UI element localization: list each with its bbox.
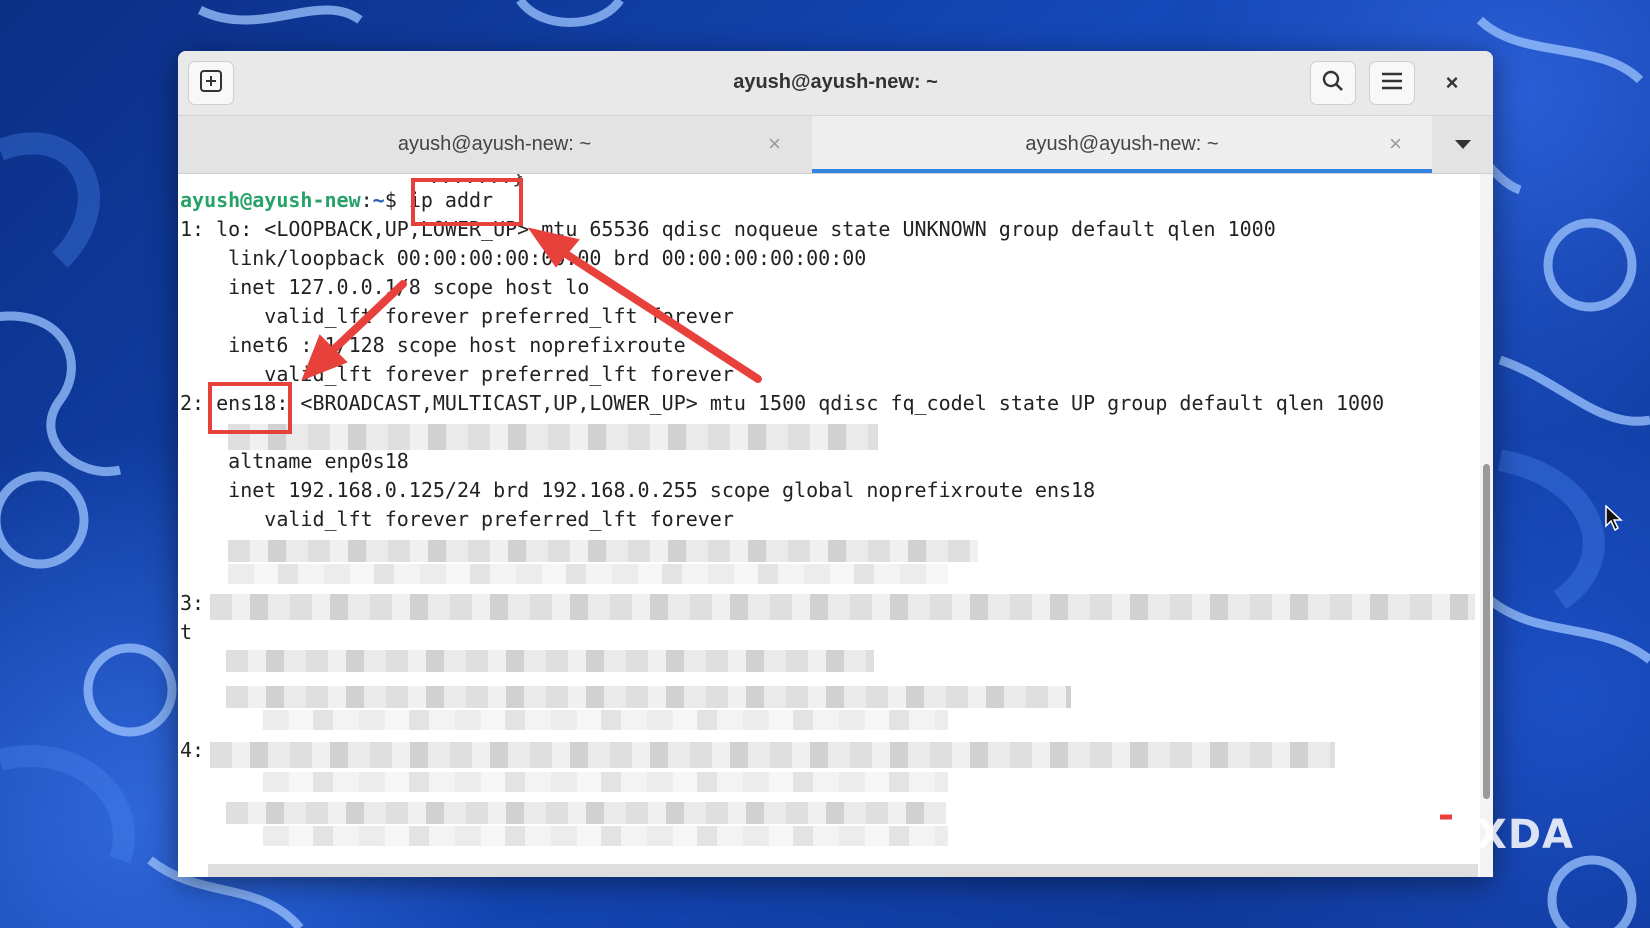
terminal-iface-index: 4:: [180, 738, 205, 762]
redacted-text: [263, 710, 948, 730]
redacted-text: [263, 772, 948, 792]
mouse-pointer-icon: [1605, 504, 1623, 536]
terminal-line: inet 192.168.0.125/24 brd 192.168.0.255 …: [180, 478, 1096, 502]
iface-flags: : <BROADCAST,MULTICAST,UP,LOWER_UP> mtu …: [276, 391, 1385, 415]
menu-button[interactable]: [1369, 61, 1415, 105]
close-window-button[interactable]: ×: [1430, 61, 1474, 105]
prompt-separator: :: [360, 188, 373, 212]
redacted-text: [226, 686, 1071, 708]
tab-terminal-1[interactable]: ayush@ayush-new: ~ ×: [178, 116, 811, 173]
xda-logo-text: XDA: [1476, 812, 1574, 858]
terminal-iface2-line: 2: ens18: <BROADCAST,MULTICAST,UP,LOWER_…: [180, 389, 1384, 418]
redacted-text: [263, 826, 948, 846]
terminal-line: valid_lft forever preferred_lft forever: [180, 507, 734, 531]
xda-logo-icon: [1436, 813, 1472, 858]
terminal-output[interactable]: .......} ayush@ayush-new:~$ ip addr 1: l…: [178, 174, 1478, 877]
redacted-text: [210, 742, 1335, 768]
terminal-line: altname enp0s18: [180, 449, 409, 473]
prompt-symbol: $: [384, 188, 409, 212]
terminal-line: valid_lft forever preferred_lft forever: [180, 304, 734, 328]
window-title: ayush@ayush-new: ~: [733, 71, 938, 93]
tab-label: ayush@ayush-new: ~: [397, 133, 592, 155]
new-tab-button[interactable]: [188, 61, 234, 105]
xda-logo: XDA: [1436, 812, 1574, 858]
terminal-line: inet 127.0.0.1/8 scope host lo: [180, 275, 590, 299]
tab-terminal-2[interactable]: ayush@ayush-new: ~ ×: [812, 116, 1432, 173]
horizontal-scroll-shadow: [208, 864, 1478, 877]
redacted-text: [226, 802, 946, 824]
tab-label: ayush@ayush-new: ~: [1025, 133, 1219, 155]
new-tab-icon: [199, 69, 223, 98]
tab-close-icon[interactable]: ×: [1389, 131, 1402, 157]
prompt-path: ~: [372, 188, 385, 212]
terminal-line: inet6 ::1/128 scope host noprefixroute: [180, 333, 686, 357]
redacted-text: [210, 594, 1475, 620]
terminal-iface-index: 3:: [180, 591, 205, 615]
redacted-text: [226, 650, 874, 672]
prompt-user: ayush@ayush-new: [180, 188, 361, 212]
search-button[interactable]: [1310, 61, 1356, 105]
title-bar: ayush@ayush-new: ~ ×: [178, 51, 1493, 116]
terminal-wrap-char: t: [180, 620, 193, 644]
scrollbar-thumb[interactable]: [1483, 464, 1490, 799]
terminal-line: 1: lo: <LOOPBACK,UP,LOWER_UP> mtu 65536 …: [180, 217, 1276, 241]
redacted-text: [228, 564, 948, 584]
close-icon: ×: [1445, 70, 1459, 95]
vertical-scrollbar[interactable]: [1480, 174, 1493, 877]
tab-overflow-button[interactable]: [1448, 134, 1478, 158]
search-icon: [1321, 69, 1345, 98]
highlight-command-box: [411, 178, 523, 226]
tab-close-icon[interactable]: ×: [768, 131, 781, 157]
tab-bar: ayush@ayush-new: ~ × ayush@ayush-new: ~ …: [178, 116, 1493, 174]
highlight-iface-box: [208, 382, 292, 434]
redacted-text: [228, 540, 978, 562]
terminal-window: ayush@ayush-new: ~ × ayush@ayush-new: ~ …: [178, 51, 1493, 877]
chevron-down-icon: [1455, 137, 1471, 155]
hamburger-icon: [1381, 71, 1403, 96]
terminal-line: link/loopback 00:00:00:00:00:00 brd 00:0…: [180, 246, 867, 270]
